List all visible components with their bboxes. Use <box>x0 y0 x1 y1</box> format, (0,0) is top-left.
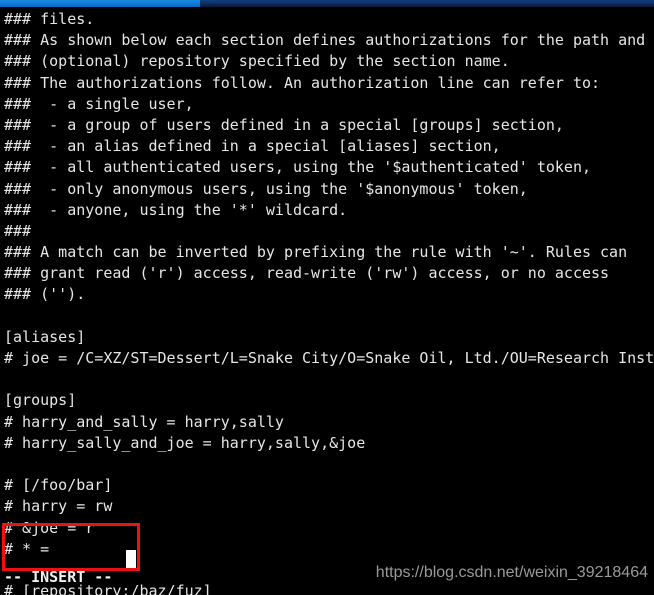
editor-line: # harry_and_sally = harry,sally <box>4 412 284 431</box>
editor-line: # &joe = r <box>4 518 95 537</box>
terminal-screen: ### files. ### As shown below each sectio… <box>0 0 654 595</box>
editor-line: ### - a single user, <box>4 94 194 113</box>
editor-line: ### A match can be inverted by prefixing… <box>4 243 628 262</box>
editor-line: ### - a group of users defined in a spec… <box>4 115 564 134</box>
editor-buffer[interactable]: ### files. ### As shown below each sectio… <box>4 9 654 595</box>
editor-line: ### (''). <box>4 285 86 304</box>
editor-line: ### - an alias defined in a special [ali… <box>4 137 501 156</box>
editor-line: ### - only anonymous users, using the '$… <box>4 179 528 198</box>
editor-line: # joe = /C=XZ/ST=Dessert/L=Snake City/O=… <box>4 349 654 367</box>
text-cursor <box>126 550 136 568</box>
editor-line: ### grant read ('r') access, read-write … <box>4 264 610 283</box>
editor-line: ### <box>4 221 32 240</box>
editor-line: ### - all authenticated users, using the… <box>4 158 591 177</box>
editor-line: # harry_sally_and_joe = harry,sally,&joe <box>4 433 366 452</box>
editor-line: ### files. <box>4 10 95 28</box>
editor-line: ### (optional) repository specified by t… <box>4 52 510 71</box>
editor-line: # * = <box>4 539 50 558</box>
editor-line: ### The authorizations follow. An author… <box>4 73 601 92</box>
horizontal-scrollbar-track[interactable] <box>0 0 654 7</box>
editor-line: # harry = rw <box>4 497 113 516</box>
editor-line: ### - anyone, using the '*' wildcard. <box>4 200 348 219</box>
editor-line: ### As shown below each section defines … <box>4 31 646 50</box>
editor-line: # [/foo/bar] <box>4 476 113 495</box>
editor-line: [groups] <box>4 391 77 410</box>
horizontal-scrollbar-thumb[interactable] <box>0 0 200 7</box>
status-bar-mode: -- INSERT -- <box>4 568 113 586</box>
editor-line: [aliases] <box>4 327 86 346</box>
watermark-url: https://blog.csdn.net/weixin_39218464 <box>375 564 648 581</box>
